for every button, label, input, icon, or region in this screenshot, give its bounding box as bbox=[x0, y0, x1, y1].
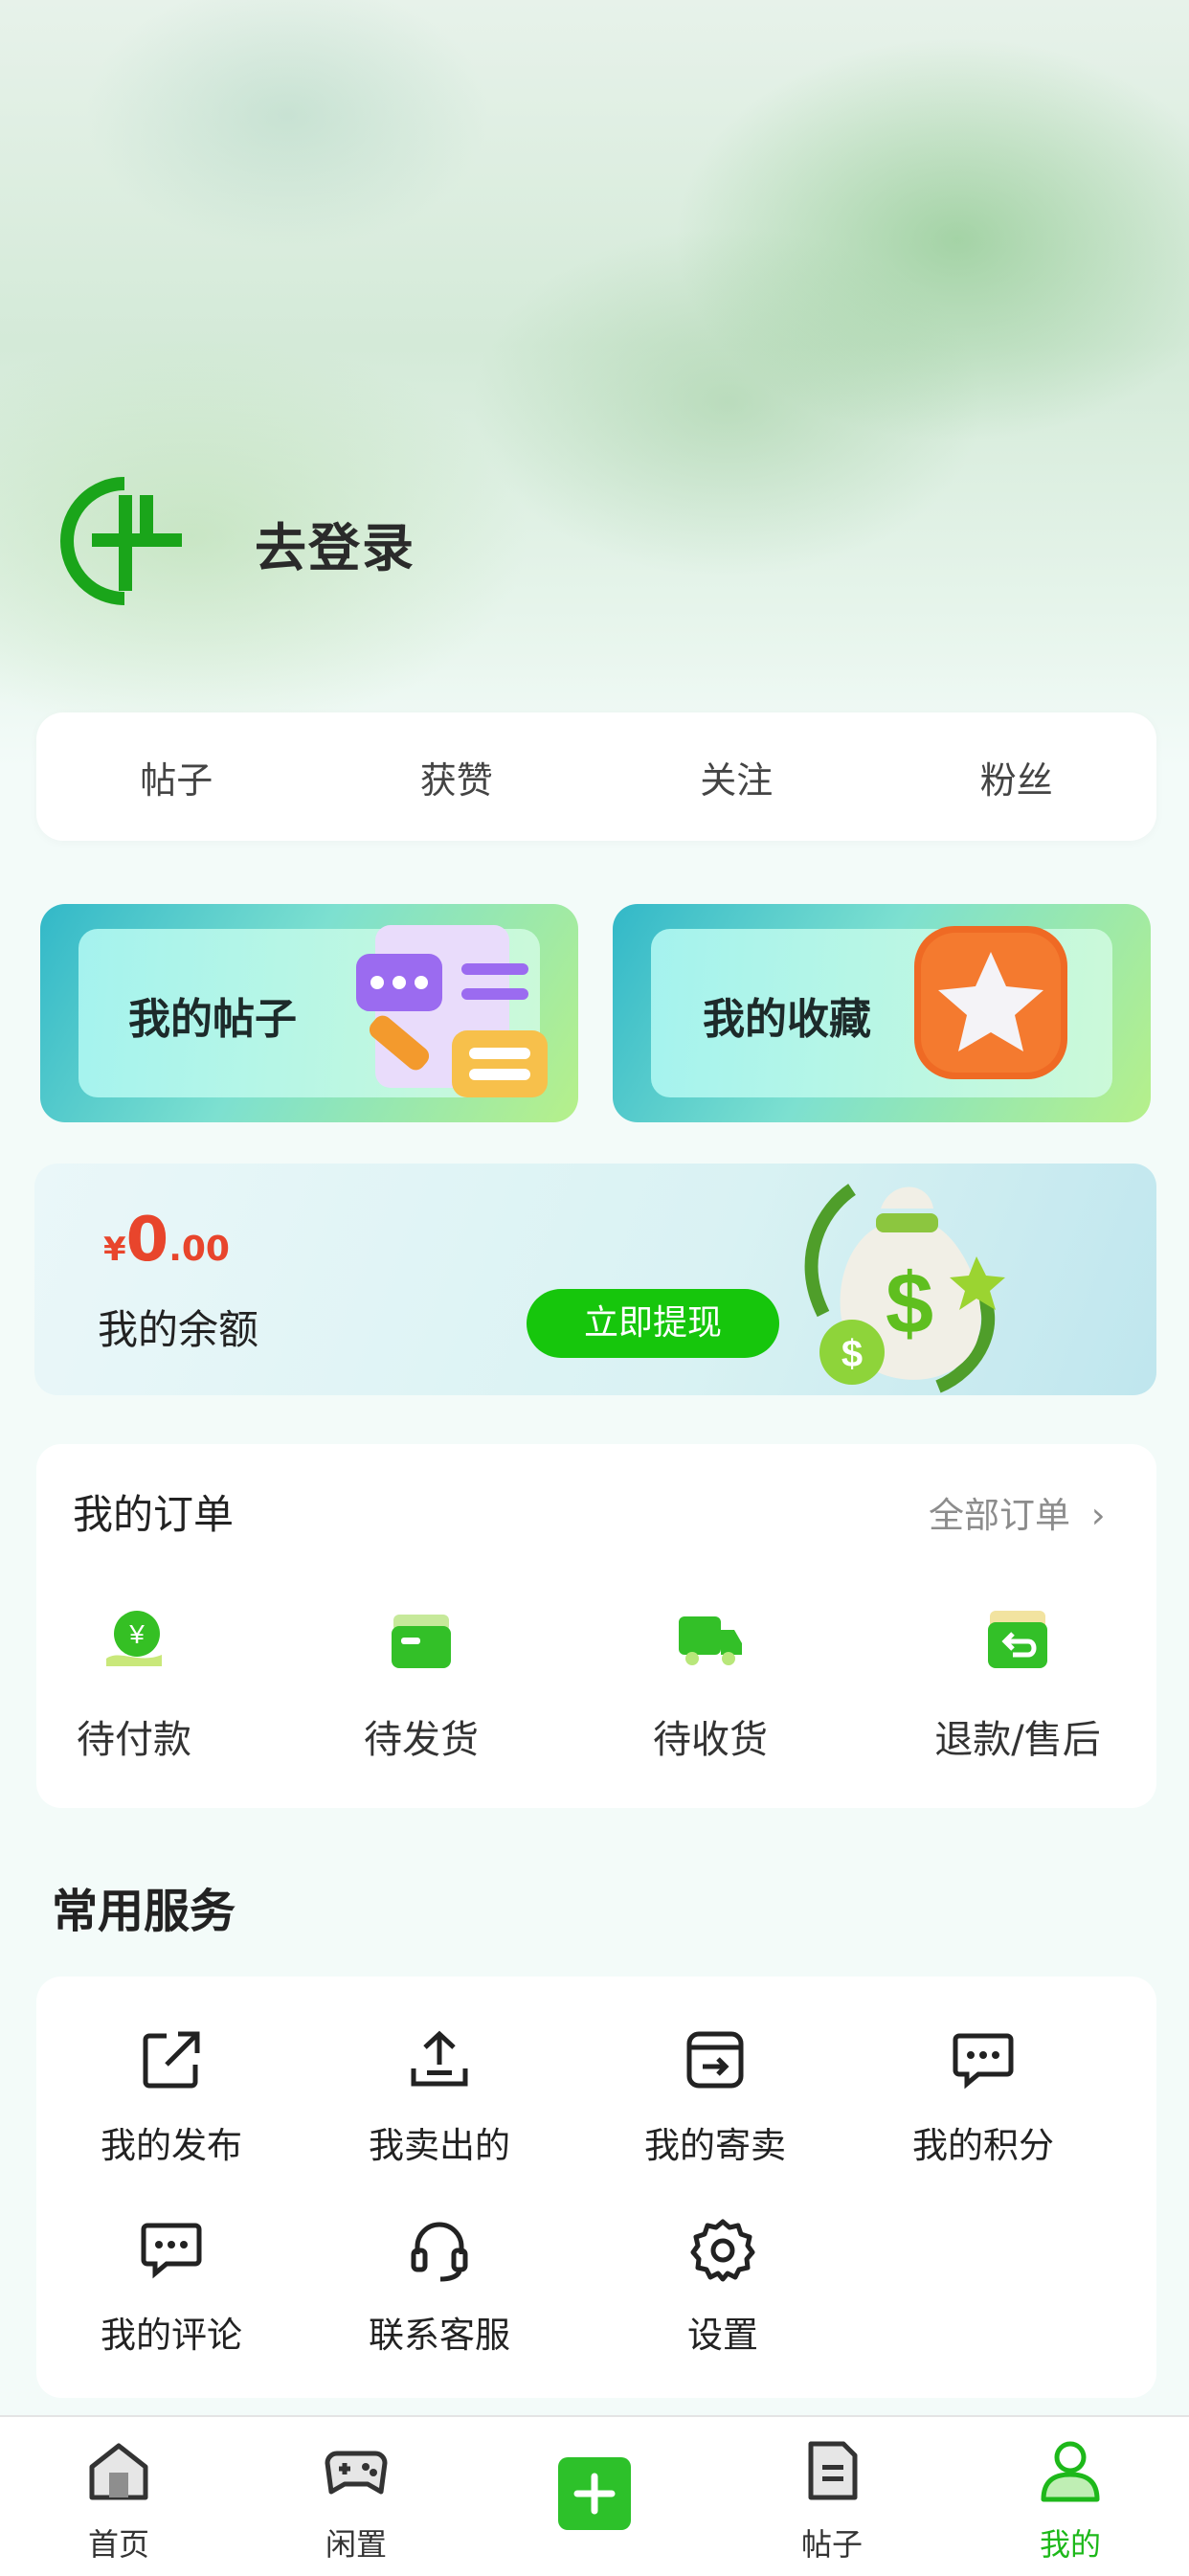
user-icon bbox=[1041, 2441, 1100, 2502]
box-icon bbox=[392, 1615, 451, 1668]
svg-text:$: $ bbox=[886, 1256, 933, 1352]
service-my-comments[interactable]: 我的评论 bbox=[33, 2216, 310, 2360]
all-orders-label: 全部订单 bbox=[929, 1495, 1070, 1536]
avatar-logo-icon[interactable] bbox=[59, 476, 190, 606]
service-my-consign[interactable]: 我的寄卖 bbox=[576, 2026, 854, 2170]
service-my-comments-label: 我的评论 bbox=[101, 2315, 242, 2356]
order-refund-label: 退款/售后 bbox=[934, 1718, 1101, 1762]
tab-posts[interactable]: 帖子 bbox=[713, 2417, 951, 2576]
order-pending-receipt-label: 待收货 bbox=[653, 1718, 768, 1762]
tab-idle[interactable]: 闲置 bbox=[237, 2417, 475, 2576]
service-my-points-label: 我的积分 bbox=[912, 2125, 1054, 2166]
service-contact-support[interactable]: 联系客服 bbox=[301, 2216, 578, 2360]
order-pending-payment[interactable]: ¥ 待付款 bbox=[0, 1590, 268, 1781]
tab-publish[interactable] bbox=[476, 2417, 713, 2576]
service-contact-support-label: 联系客服 bbox=[369, 2315, 510, 2356]
my-favorites-label: 我的收藏 bbox=[703, 995, 871, 1044]
chevron-right-icon: › bbox=[1090, 1495, 1106, 1536]
service-my-sold-label: 我卖出的 bbox=[369, 2125, 510, 2166]
tab-home[interactable]: 首页 bbox=[0, 2417, 237, 2576]
balance-amount: ¥0.00 bbox=[103, 1205, 230, 1276]
upload-icon bbox=[411, 2030, 468, 2087]
balance-label: 我的余额 bbox=[98, 1306, 259, 1353]
truck-icon bbox=[679, 1616, 742, 1665]
service-my-publish[interactable]: 我的发布 bbox=[33, 2026, 310, 2170]
order-pending-shipment-label: 待发货 bbox=[364, 1718, 479, 1762]
service-my-publish-label: 我的发布 bbox=[101, 2125, 242, 2166]
order-pending-shipment[interactable]: 待发货 bbox=[268, 1590, 574, 1781]
service-my-points[interactable]: 我的积分 bbox=[844, 2026, 1122, 2170]
my-posts-card[interactable]: 我的帖子 bbox=[40, 904, 578, 1122]
stat-following[interactable]: 关注 bbox=[607, 751, 865, 803]
withdraw-button[interactable]: 立即提现 bbox=[527, 1289, 779, 1358]
service-my-consign-label: 我的寄卖 bbox=[644, 2125, 786, 2166]
tab-idle-label: 闲置 bbox=[325, 2526, 387, 2563]
money-bag-icon: $ $ bbox=[804, 1184, 1005, 1393]
payment-icon: ¥ bbox=[106, 1611, 162, 1666]
all-orders-link[interactable]: 全部订单 › bbox=[929, 1486, 1106, 1538]
order-refund[interactable]: 退款/售后 bbox=[846, 1590, 1189, 1781]
headset-icon bbox=[411, 2222, 468, 2282]
comment-icon bbox=[141, 2223, 202, 2279]
star-icon bbox=[914, 926, 1067, 1079]
login-link[interactable]: 去登录 bbox=[255, 506, 415, 581]
stat-likes[interactable]: 获赞 bbox=[327, 751, 586, 803]
my-favorites-card[interactable]: 我的收藏 bbox=[613, 904, 1151, 1122]
plus-icon bbox=[558, 2457, 631, 2530]
order-pending-receipt[interactable]: 待收货 bbox=[574, 1590, 846, 1781]
tab-mine[interactable]: 我的 bbox=[952, 2417, 1189, 2576]
chat-icon bbox=[953, 2033, 1014, 2090]
tab-posts-label: 帖子 bbox=[800, 2526, 863, 2563]
service-my-sold[interactable]: 我卖出的 bbox=[301, 2026, 578, 2170]
orders-title: 我的订单 bbox=[73, 1491, 235, 1538]
stats-bar: 帖子 获赞 关注 粉丝 bbox=[36, 712, 1156, 841]
header-background bbox=[0, 0, 1189, 766]
gear-icon bbox=[690, 2219, 755, 2282]
svg-text:¥: ¥ bbox=[128, 1619, 145, 1649]
services-title: 常用服务 bbox=[52, 1885, 236, 1938]
stat-posts[interactable]: 帖子 bbox=[47, 751, 305, 803]
service-settings[interactable]: 设置 bbox=[584, 2216, 862, 2360]
service-settings-label: 设置 bbox=[687, 2315, 758, 2356]
tab-mine-label: 我的 bbox=[1039, 2526, 1101, 2563]
consign-icon bbox=[686, 2031, 744, 2089]
order-status-row: ¥ 待付款 待发货 待收货 退款/售后 bbox=[0, 1590, 1189, 1781]
svg-text:$: $ bbox=[841, 1333, 863, 1375]
bottom-tab-bar: 首页 闲置 帖子 我的 bbox=[0, 2415, 1189, 2576]
order-pending-payment-label: 待付款 bbox=[77, 1718, 191, 1762]
document-icon bbox=[808, 2441, 858, 2500]
stat-fans[interactable]: 粉丝 bbox=[887, 751, 1146, 803]
my-posts-label: 我的帖子 bbox=[128, 995, 297, 1044]
tab-home-label: 首页 bbox=[87, 2526, 149, 2563]
refund-icon bbox=[988, 1611, 1047, 1668]
share-icon bbox=[143, 2031, 200, 2089]
posts-illustration-icon bbox=[356, 925, 548, 1097]
home-icon bbox=[89, 2443, 148, 2500]
gamepad-icon bbox=[325, 2451, 388, 2495]
